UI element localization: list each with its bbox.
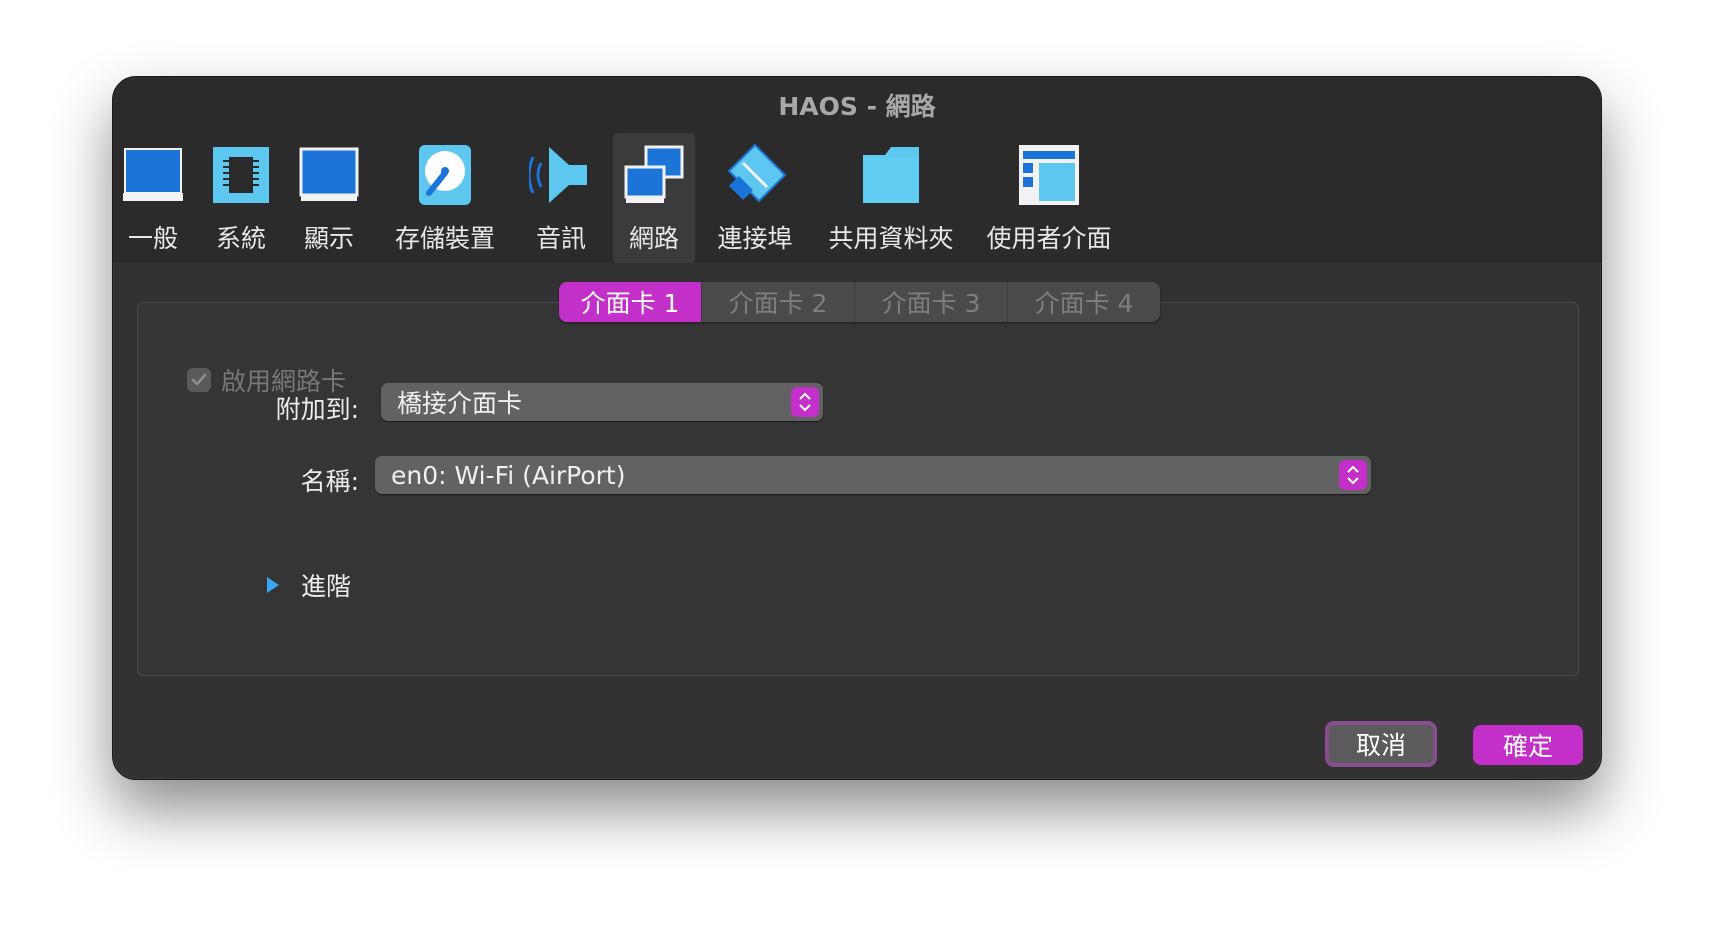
serial-port-icon — [727, 143, 787, 203]
toolbar-label: 一般 — [127, 224, 178, 253]
attach-to-select[interactable]: 橋接介面卡 — [381, 383, 823, 421]
advanced-disclosure[interactable]: 進階 — [265, 567, 351, 603]
toolbar-item-audio[interactable]: 音訊 — [525, 133, 597, 263]
chip-icon — [213, 147, 269, 203]
folder-icon — [863, 147, 919, 203]
storage-disk-icon — [419, 145, 471, 205]
name-label: 名稱: — [300, 467, 359, 496]
window-title: HAOS - 網路 — [113, 77, 1601, 133]
toolbar-item-network[interactable]: 網路 — [613, 133, 695, 263]
tab-adapter-4[interactable]: 介面卡 4 — [1008, 282, 1160, 322]
toolbar-item-system[interactable]: 系統 — [207, 133, 275, 263]
name-value: en0: Wi-Fi (AirPort) — [391, 460, 626, 490]
tab-adapter-2[interactable]: 介面卡 2 — [702, 282, 855, 322]
adapter-tabs: 介面卡 1 介面卡 2 介面卡 3 介面卡 4 — [559, 282, 1160, 322]
cancel-button[interactable]: 取消 — [1325, 721, 1437, 767]
settings-dialog: HAOS - 網路 一般 系統 顯示 存儲裝置 音訊 網路 連接埠 共用資料夾 … — [112, 76, 1602, 780]
toolbar-label: 音訊 — [535, 224, 586, 253]
disclosure-triangle-icon — [267, 577, 279, 593]
settings-toolbar: 一般 系統 顯示 存儲裝置 音訊 網路 連接埠 共用資料夾 使用者介面 — [113, 133, 1601, 263]
toolbar-item-shared-folders[interactable]: 共用資料夾 — [825, 133, 957, 263]
speaker-icon — [529, 147, 587, 203]
select-stepper-icon — [1339, 460, 1367, 490]
toolbar-label: 網路 — [628, 224, 679, 253]
toolbar-item-general[interactable]: 一般 — [119, 133, 187, 263]
toolbar-item-storage[interactable]: 存儲裝置 — [389, 133, 501, 263]
ok-button[interactable]: 確定 — [1473, 725, 1583, 765]
attach-to-value: 橋接介面卡 — [397, 389, 523, 418]
toolbar-label: 存儲裝置 — [394, 224, 495, 253]
display-icon — [299, 147, 359, 201]
toolbar-item-display[interactable]: 顯示 — [295, 133, 363, 263]
toolbar-label: 連接埠 — [717, 224, 793, 253]
enable-adapter-checkbox[interactable] — [187, 368, 211, 392]
toolbar-label: 共用資料夾 — [828, 224, 954, 253]
network-icon — [624, 145, 684, 203]
name-select[interactable]: en0: Wi-Fi (AirPort) — [375, 456, 1371, 494]
toolbar-label: 顯示 — [303, 224, 354, 253]
general-monitor-icon — [123, 148, 183, 201]
toolbar-label: 使用者介面 — [986, 224, 1112, 253]
select-stepper-icon — [791, 387, 819, 417]
toolbar-item-user-interface[interactable]: 使用者介面 — [983, 133, 1115, 263]
advanced-label: 進階 — [301, 572, 352, 601]
tab-adapter-1[interactable]: 介面卡 1 — [559, 282, 702, 322]
user-interface-icon — [1019, 145, 1079, 205]
toolbar-label: 系統 — [215, 224, 266, 253]
checkmark-icon — [191, 373, 207, 386]
attach-to-label: 附加到: — [275, 395, 359, 424]
tab-adapter-3[interactable]: 介面卡 3 — [855, 282, 1008, 322]
toolbar-item-ports[interactable]: 連接埠 — [711, 133, 799, 263]
